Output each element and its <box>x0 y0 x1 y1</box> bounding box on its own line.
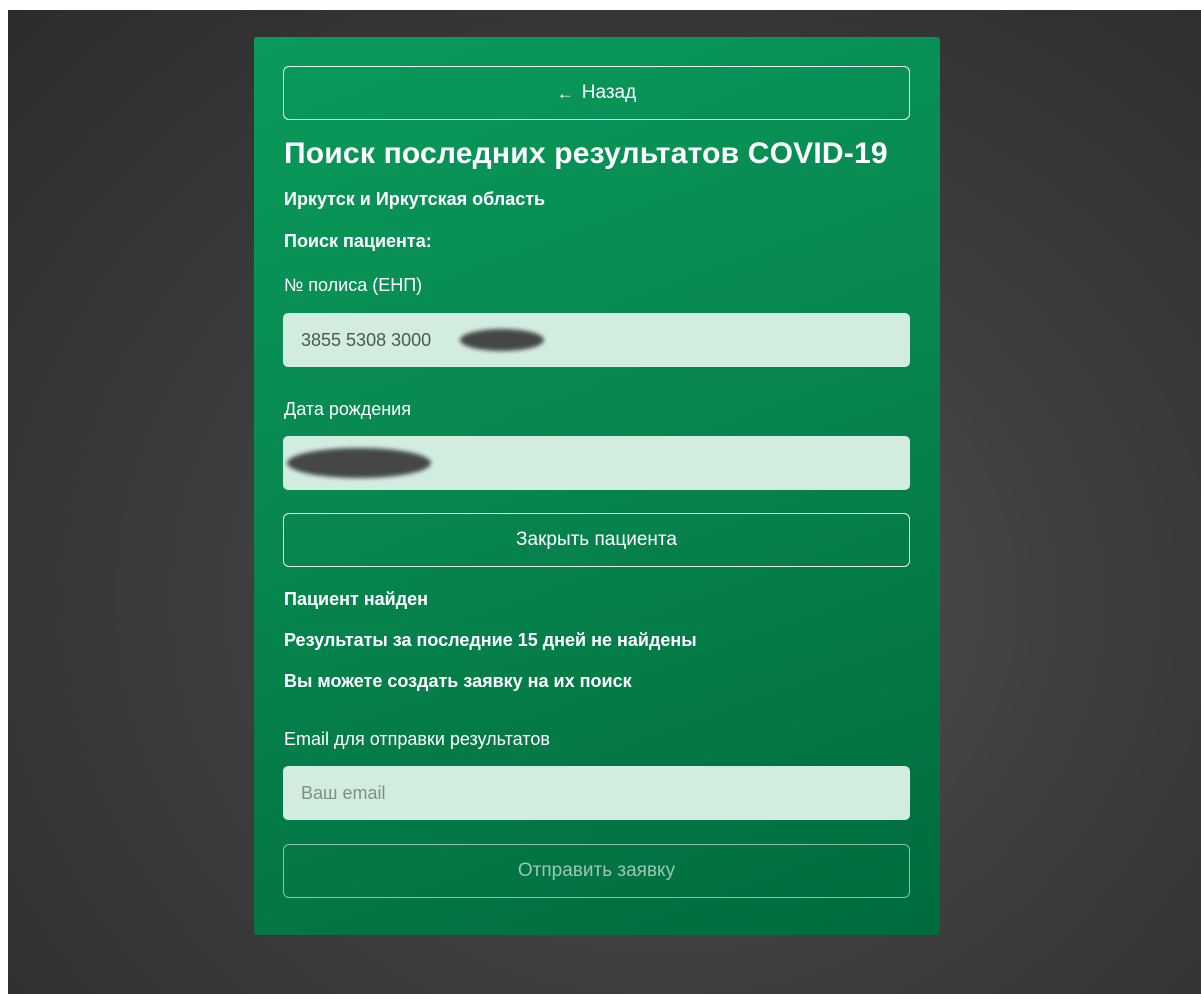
redaction-mark <box>460 329 544 351</box>
email-input-placeholder: Ваш email <box>301 782 386 803</box>
policy-input-value: 3855 5308 3000 <box>301 329 432 350</box>
patient-search-heading: Поиск пациента: <box>284 231 432 251</box>
birth-date-input[interactable] <box>283 436 910 490</box>
close-patient-button-label: Закрыть пациента <box>516 529 677 550</box>
submit-request-button-label: Отправить заявку <box>517 860 676 881</box>
status-can-request: Вы можете создать заявку на их поиск <box>284 671 632 691</box>
arrow-left-icon: ← <box>556 83 574 103</box>
page-title: Поиск последних результатов COVID-19 <box>284 137 888 170</box>
policy-input[interactable]: 3855 5308 3000 <box>283 313 910 367</box>
submit-request-button[interactable]: Отправить заявку <box>283 844 910 898</box>
back-button-label: Назад <box>581 82 637 103</box>
close-patient-button[interactable]: Закрыть пациента <box>283 513 910 567</box>
search-card: ← Назад Поиск последних результатов COVI… <box>254 37 940 935</box>
birth-date-label: Дата рождения <box>284 399 411 419</box>
region-subtitle: Иркутск и Иркутская область <box>284 189 546 209</box>
email-input[interactable]: Ваш email <box>283 766 910 820</box>
policy-label: № полиса (ЕНП) <box>284 275 423 295</box>
email-label: Email для отправки результатов <box>284 729 550 749</box>
status-found: Пациент найден <box>284 589 429 609</box>
redaction-mark <box>287 448 431 478</box>
status-no-results: Результаты за последние 15 дней не найде… <box>284 630 697 650</box>
back-button[interactable]: ← Назад <box>283 66 910 120</box>
